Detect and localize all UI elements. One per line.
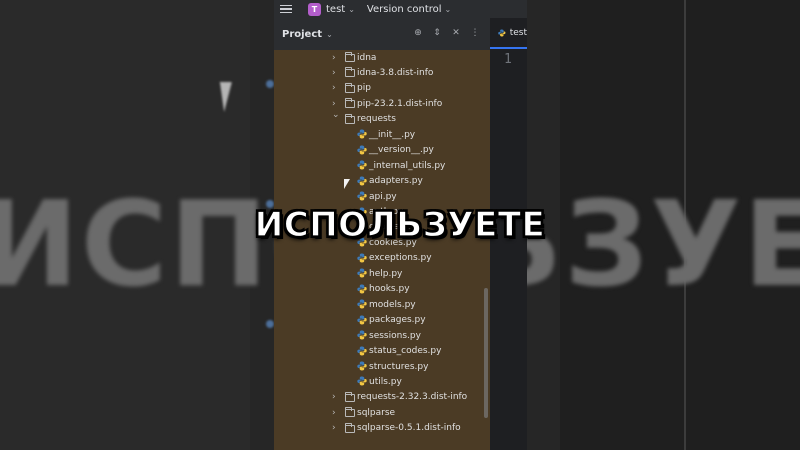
tree-file-row[interactable]: hooks.py	[274, 282, 490, 297]
tree-item-label: utils.py	[369, 376, 402, 387]
tree-item-label: structures.py	[369, 361, 429, 372]
chevron-right-icon[interactable]: ›	[332, 392, 336, 402]
tree-item-label: __init__.py	[369, 129, 416, 140]
tree-item-label: hooks.py	[369, 284, 410, 295]
tree-file-row[interactable]: api.py	[274, 189, 490, 204]
tree-folder-row[interactable]: › pip-23.2.1.dist-info	[274, 96, 490, 111]
tree-file-row[interactable]: models.py	[274, 297, 490, 312]
python-file-icon	[357, 299, 367, 309]
folder-icon	[345, 407, 355, 418]
python-file-icon	[357, 191, 367, 201]
tree-file-row[interactable]: _internal_utils.py	[274, 158, 490, 173]
tree-item-label: pip-23.2.1.dist-info	[357, 98, 443, 109]
project-tree: › idna › idna-3.8.dist-info › pip › pip-23.2.1.…	[274, 50, 490, 450]
tree-item-label: adapters.py	[369, 176, 423, 187]
tree-item-label: sessions.py	[369, 330, 421, 341]
folder-icon	[345, 52, 355, 62]
close-icon[interactable]: ✕	[451, 28, 461, 38]
project-badge[interactable]: T	[308, 2, 321, 16]
tree-item-label: sqlparse	[357, 407, 396, 418]
project-name[interactable]: test	[326, 4, 345, 15]
tree-item-label: packages.py	[369, 315, 426, 326]
tree-folder-row[interactable]: › sqlparse	[274, 405, 490, 420]
chevron-down-icon[interactable]: ⌄	[348, 5, 355, 14]
folder-icon	[345, 422, 355, 433]
tree-file-row[interactable]: help.py	[274, 266, 490, 281]
project-toolwindow-header: Project ⌄ ⊕ ⇕ ✕ ⋮	[274, 18, 490, 50]
tree-item-label: exceptions.py	[369, 253, 432, 264]
tree-file-row[interactable]: exceptions.py	[274, 251, 490, 266]
tree-file-row[interactable]: utils.py	[274, 374, 490, 389]
python-file-icon	[498, 29, 506, 36]
tree-file-row[interactable]: __version__.py	[274, 143, 490, 158]
toolwindow-title[interactable]: Project	[282, 29, 322, 40]
line-number: 1	[504, 52, 512, 67]
tree-item-label: requests-2.32.3.dist-info	[357, 392, 468, 403]
tree-folder-row[interactable]: ⌄ requests	[274, 110, 490, 127]
tree-folder-row[interactable]: › pip	[274, 81, 490, 96]
folder-icon	[345, 98, 355, 109]
chevron-down-icon[interactable]: ⌄	[445, 5, 452, 14]
version-control-menu[interactable]: Version control	[367, 4, 442, 15]
python-file-icon	[357, 361, 367, 371]
tree-scrollbar[interactable]	[484, 288, 488, 418]
tree-item-label: requests	[357, 114, 396, 125]
locate-icon[interactable]: ⊕	[413, 28, 423, 38]
python-file-icon	[357, 253, 367, 263]
tree-item-label: models.py	[369, 299, 416, 310]
tree-folder-row[interactable]: › idna	[274, 50, 490, 65]
chevron-right-icon[interactable]: ›	[332, 68, 336, 78]
python-file-icon	[357, 284, 367, 294]
tree-folder-row[interactable]: › sqlparse-0.5.1.dist-info	[274, 421, 490, 436]
python-file-icon	[357, 376, 367, 386]
python-file-icon	[357, 160, 367, 170]
python-file-icon	[357, 129, 367, 139]
folder-icon	[345, 113, 355, 124]
tree-item-label: sqlparse-0.5.1.dist-info	[357, 423, 461, 434]
editor-tab[interactable]: test	[490, 18, 527, 49]
more-options-icon[interactable]: ⋮	[470, 28, 480, 38]
tree-file-row[interactable]: structures.py	[274, 359, 490, 374]
tree-item-label: api.py	[369, 191, 397, 202]
python-file-icon	[357, 330, 367, 340]
mouse-cursor-icon	[344, 179, 350, 189]
tree-item-label: _internal_utils.py	[369, 160, 446, 171]
tree-item-label: status_codes.py	[369, 346, 442, 357]
python-file-icon	[357, 145, 367, 155]
folder-icon	[345, 67, 355, 78]
python-file-icon	[357, 268, 367, 278]
main-menu-icon[interactable]	[280, 4, 292, 14]
expand-collapse-icon[interactable]: ⇕	[432, 28, 442, 38]
editor-tab-label: test	[509, 27, 527, 38]
chevron-right-icon[interactable]: ›	[332, 83, 336, 93]
tree-item-label: help.py	[369, 268, 403, 279]
ghost-dot	[266, 320, 274, 328]
tree-item-label: pip	[357, 83, 371, 94]
folder-icon	[345, 82, 355, 93]
tree-folder-row[interactable]: › requests-2.32.3.dist-info	[274, 390, 490, 405]
folder-icon	[345, 391, 355, 402]
tree-file-row[interactable]: sessions.py	[274, 328, 490, 343]
chevron-right-icon[interactable]: ›	[332, 99, 336, 109]
video-caption: ИСПОЛЬЗУЕТЕ	[254, 204, 546, 245]
chevron-right-icon[interactable]: ›	[332, 53, 336, 63]
chevron-down-icon[interactable]: ⌄	[326, 30, 333, 39]
chevron-right-icon[interactable]: ›	[332, 408, 336, 418]
tree-file-row[interactable]: adapters.py	[274, 174, 490, 189]
tree-item-label: idna	[357, 52, 377, 63]
tree-file-row[interactable]: packages.py	[274, 313, 490, 328]
ghost-dot	[266, 80, 274, 88]
titlebar: T test ⌄ Version control ⌄	[274, 0, 527, 18]
python-file-icon	[357, 346, 367, 356]
tree-folder-row[interactable]: › idna-3.8.dist-info	[274, 65, 490, 80]
chevron-down-icon[interactable]: ⌄	[332, 110, 340, 120]
tree-file-row[interactable]: __init__.py	[274, 127, 490, 142]
tree-file-row[interactable]: status_codes.py	[274, 344, 490, 359]
chevron-right-icon[interactable]: ›	[332, 423, 336, 433]
tree-item-label: __version__.py	[369, 145, 434, 156]
python-file-icon	[357, 315, 367, 325]
tree-item-label: idna-3.8.dist-info	[357, 67, 434, 78]
python-file-icon	[357, 176, 367, 186]
